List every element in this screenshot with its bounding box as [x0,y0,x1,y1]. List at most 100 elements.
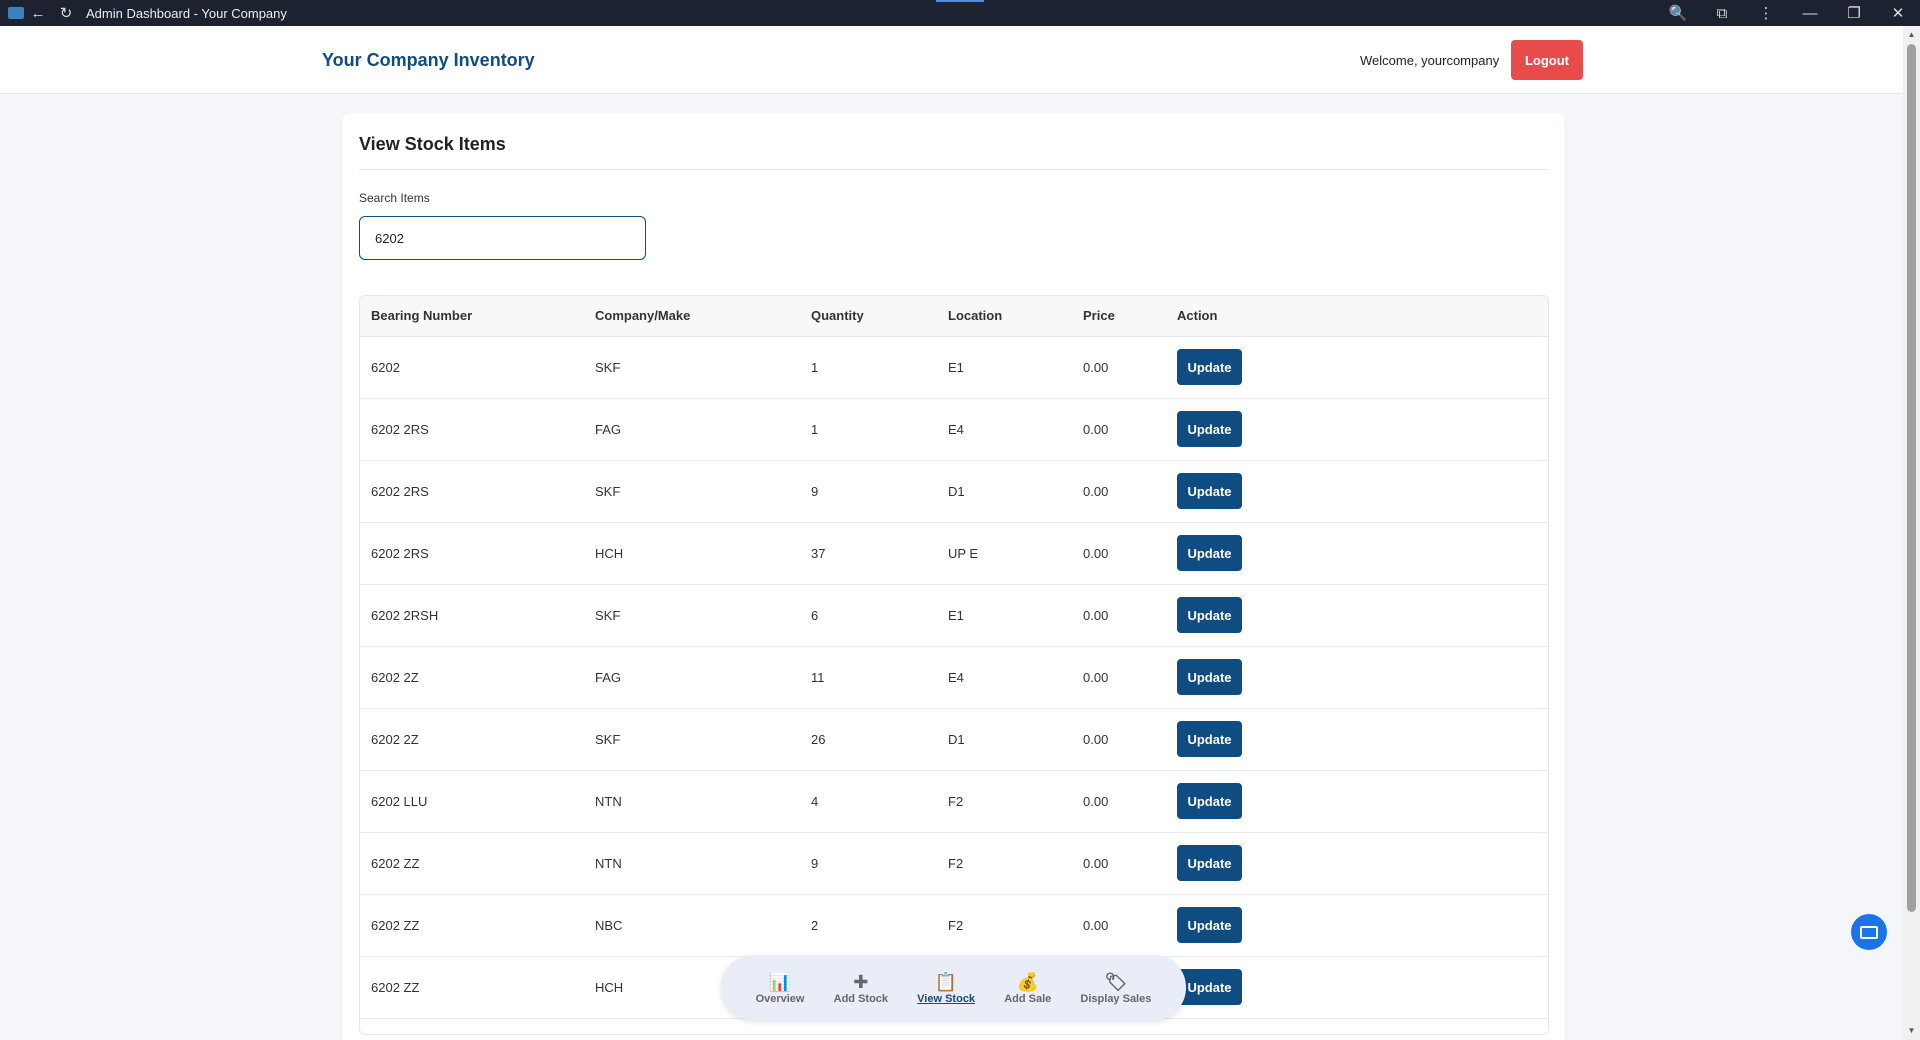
table-cell: FAG [595,669,622,685]
table-cell: FAG [595,421,622,437]
table-cell: 6202 LLU [371,793,428,809]
nav-item-label: Add Stock [833,992,889,1005]
table-cell: 6202 2RS [371,545,429,561]
nav-item-label: Overview [755,992,805,1005]
table-cell: SKF [595,359,621,375]
table-cell: 6 [811,607,819,623]
action-cell: Update [1166,832,1548,894]
update-button[interactable]: Update [1177,783,1242,819]
nav-item-add-sale[interactable]: 💰 Add Sale [1004,971,1051,1005]
update-button[interactable]: Update [1177,845,1242,881]
table-row: 6202 LLU NTN 4 F2 0.00 Update [360,770,1548,832]
tab-indicator [936,0,984,2]
menu-kebab-icon[interactable]: ⋮ [1744,0,1788,26]
action-cell: Update [1166,770,1548,832]
table-cell: 0.00 [1083,483,1109,499]
table-cell: 0.00 [1083,607,1109,623]
browser-title: Admin Dashboard - Your Company [86,5,287,21]
table-row: 6202 2RS FAG 1 E4 0.00 Update [360,398,1548,460]
table-cell: SKF [595,483,621,499]
update-button[interactable]: Update [1177,969,1242,1005]
welcome-text: Welcome, yourcompany [1360,53,1500,68]
browser-titlebar: ← ↻ Admin Dashboard - Your Company 🔍 ⧉ ⋮… [0,0,1920,26]
table-cell: 26 [811,731,826,747]
update-button[interactable]: Update [1177,535,1242,571]
table-cell: UP E [948,545,979,561]
table-cell: 0.00 [1083,359,1109,375]
table-cell: 0.00 [1083,793,1109,809]
table-cell: F2 [948,855,964,871]
table-cell: 6202 ZZ [371,917,420,933]
divider [359,169,1549,170]
table-cell: 0.00 [1083,545,1109,561]
scrollbar[interactable]: ▲ ▼ [1903,26,1920,1040]
table-cell: NTN [595,793,622,809]
scroll-down-icon[interactable]: ▼ [1903,1024,1920,1038]
table-cell: SKF [595,607,621,623]
update-button[interactable]: Update [1177,473,1242,509]
table-cell: 0.00 [1083,669,1109,685]
table-cell: D1 [948,483,965,499]
table-row: 6202 SKF 1 E1 0.00 Update [360,336,1548,398]
table-cell: 4 [811,793,819,809]
action-cell: Update [1166,956,1548,1018]
table-cell: 9 [811,483,819,499]
table-row: 6202 2RS SKF 9 D1 0.00 Update [360,460,1548,522]
back-icon[interactable]: ← [24,0,52,26]
update-button[interactable]: Update [1177,721,1242,757]
action-cell: Update [1166,398,1548,460]
table-cell: 6202 ZZ [371,979,420,995]
action-cell: Update [1166,522,1548,584]
table-cell: 1 [811,421,819,437]
scrollbar-thumb[interactable] [1907,44,1916,912]
brand-title[interactable]: Your Company Inventory [322,50,535,71]
logout-button[interactable]: Logout [1511,40,1583,80]
table-cell: 6202 2RSH [371,607,439,623]
nav-item-view-stock[interactable]: 📋 View Stock [917,971,975,1005]
update-button[interactable]: Update [1177,597,1242,633]
close-icon[interactable]: ✕ [1876,0,1920,26]
screen-share-icon[interactable] [1851,914,1887,950]
clipboard-icon: 📋 [934,971,958,992]
table-cell: 0.00 [1083,731,1109,747]
table-cell: HCH [595,545,624,561]
table-cell: 6202 2Z [371,669,419,685]
table-cell: 11 [811,669,825,685]
action-cell: Update [1166,646,1548,708]
zoom-icon[interactable]: 🔍 [1656,0,1700,26]
update-button[interactable]: Update [1177,349,1242,385]
action-cell: Update [1166,584,1548,646]
table-cell: 6202 2RS [371,421,429,437]
search-input[interactable] [359,216,646,260]
table-cell: D1 [948,731,965,747]
table-cell: 37 [811,545,826,561]
tag-icon: 🏷 [1104,971,1128,992]
nav-item-overview[interactable]: 📊 Overview [756,971,805,1005]
update-button[interactable]: Update [1177,411,1242,447]
nav-item-display-sales[interactable]: 🏷 Display Sales [1080,971,1151,1005]
favicon-icon [8,7,24,19]
extensions-icon[interactable]: ⧉ [1700,0,1744,26]
scroll-up-icon[interactable]: ▲ [1903,28,1920,42]
nav-item-add-stock[interactable]: ✚ Add Stock [834,971,888,1005]
reload-icon[interactable]: ↻ [52,0,80,26]
plus-icon: ✚ [853,971,869,992]
column-header: Action [1166,296,1548,337]
nav-item-label: Display Sales [1080,992,1152,1005]
table-cell: 9 [811,855,819,871]
table-cell: SKF [595,731,621,747]
table-row: 6202 2RS HCH 37 UP E 0.00 Update [360,522,1548,584]
table-row: 6202 ZZ NTN 9 F2 0.00 Update [360,832,1548,894]
minimize-icon[interactable]: — [1788,0,1832,26]
column-header: Bearing Number [360,296,584,337]
nav-item-label: View Stock [917,992,976,1005]
page-title: View Stock Items [359,134,506,154]
search-label: Search Items [359,191,430,205]
column-header: Location [937,296,1072,337]
table-cell: 0.00 [1083,917,1109,933]
update-button[interactable]: Update [1177,659,1242,695]
restore-icon[interactable]: ❐ [1832,0,1876,26]
table-header-row: Bearing Number Company/Make Quantity Locati… [360,296,1548,337]
update-button[interactable]: Update [1177,907,1242,943]
column-header: Quantity [800,296,937,337]
